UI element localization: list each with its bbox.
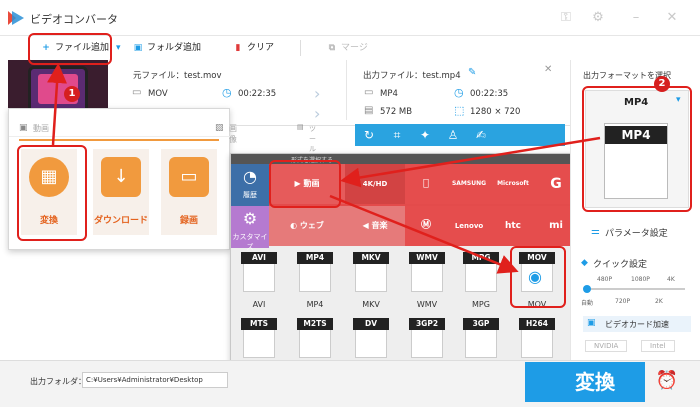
- web-icon: ◐: [290, 221, 300, 230]
- tab-underline: [19, 139, 219, 141]
- highlight-convert: [17, 145, 87, 241]
- key-icon[interactable]: ⚿: [558, 10, 574, 26]
- output-file-label: 出力ファイル：test.mp4: [363, 71, 461, 81]
- download-icon: ↓: [101, 157, 141, 197]
- crop-icon[interactable]: ⌗: [383, 124, 411, 146]
- alarm-clock-icon[interactable]: ⏰: [652, 366, 682, 396]
- image-tab-icon[interactable]: ▨: [215, 123, 224, 133]
- category-history[interactable]: ◔ 履歴: [231, 164, 269, 206]
- arrow-right-icon: ›: [314, 84, 321, 103]
- step-badge-2: 2: [654, 76, 670, 92]
- tab-video[interactable]: 動画: [33, 123, 49, 134]
- clock-icon: ◷: [222, 86, 232, 99]
- close-icon[interactable]: ✕: [664, 10, 680, 26]
- remove-file-icon[interactable]: ✕: [544, 64, 552, 75]
- merge-icon: ⧉: [328, 43, 336, 53]
- highlight-add-file: [28, 33, 112, 65]
- format-mpg[interactable]: MPG MPG: [457, 250, 505, 312]
- clear-button[interactable]: ▮ クリア: [232, 40, 275, 56]
- mode-download[interactable]: ↓ ダウンロード: [93, 149, 149, 235]
- highlight-video-category: [269, 160, 341, 208]
- folder-icon: ▣: [133, 43, 143, 53]
- category-audio[interactable]: ◀ 音楽: [345, 206, 405, 246]
- quick-settings-icon: ◆: [581, 258, 588, 268]
- source-format: MOV: [148, 89, 168, 99]
- output-folder-field[interactable]: C:¥Users¥Administrator¥Desktop: [82, 372, 228, 388]
- source-duration: 00:22:35: [238, 89, 277, 99]
- quick-settings-label: クイック設定: [593, 260, 648, 270]
- edit-toolbar: ↻ ⌗ ✦ ♙ ✍: [355, 124, 565, 146]
- subtitle-icon[interactable]: ✍: [467, 124, 495, 146]
- brand-samsung[interactable]: SAMSUNG: [447, 164, 491, 204]
- format-icon: ▭: [364, 87, 374, 98]
- brand-lenovo[interactable]: Lenovo: [447, 206, 491, 246]
- brand-microsoft[interactable]: Microsoft: [491, 164, 535, 204]
- gpu-accel-toggle[interactable]: ▣ ビデオカード加速: [583, 316, 691, 332]
- monitor-icon: ▭: [169, 157, 209, 197]
- highlight-mov: [510, 246, 566, 308]
- add-file-dropdown-icon[interactable]: ▾: [116, 40, 121, 56]
- tab-image[interactable]: 画像: [229, 123, 237, 145]
- parameters-icon: ⚌: [591, 226, 600, 237]
- video-tab-icon[interactable]: ▣: [19, 123, 28, 133]
- app-title: ビデオコンバータ: [30, 13, 118, 26]
- output-folder-label: 出力フォルダ：: [30, 377, 86, 386]
- arrow-right-icon: ›: [314, 104, 321, 123]
- gear-icon: ⚙: [242, 209, 258, 228]
- trash-icon: ▮: [235, 43, 241, 53]
- intel-badge: Intel: [641, 340, 675, 352]
- history-icon: ◔: [243, 167, 257, 186]
- toolbar-divider: [300, 40, 301, 56]
- convert-button[interactable]: 変換: [525, 362, 645, 402]
- parameter-settings-button[interactable]: パラメータ設定: [605, 226, 668, 239]
- category-4k[interactable]: 4K/HD: [345, 164, 405, 204]
- output-duration: 00:22:35: [470, 89, 509, 99]
- effects-icon[interactable]: ✦: [411, 124, 439, 146]
- resolution-icon: ⬚: [454, 104, 465, 117]
- edit-icon[interactable]: ✎: [468, 67, 476, 78]
- add-folder-button[interactable]: ▣ フォルダ追加: [132, 40, 201, 56]
- quality-slider-handle[interactable]: [583, 285, 591, 293]
- minimize-icon[interactable]: –: [628, 10, 644, 26]
- app-logo-icon: [8, 11, 24, 25]
- watermark-icon[interactable]: ♙: [439, 124, 467, 146]
- quality-slider[interactable]: [585, 288, 685, 290]
- step-badge-1: 1: [64, 86, 80, 102]
- toolbox-tab-icon[interactable]: ▤: [297, 123, 304, 131]
- output-resolution: 1280 × 720: [470, 107, 521, 117]
- mode-record[interactable]: ▭ 録画: [161, 149, 217, 235]
- size-icon: ▤: [364, 105, 374, 116]
- source-file-label: 元ファイル：test.mov: [133, 71, 222, 81]
- output-size: 572 MB: [380, 107, 413, 117]
- highlight-output-format: [582, 86, 692, 212]
- settings-icon[interactable]: ⚙: [590, 10, 606, 26]
- clock-icon: ◷: [454, 86, 464, 99]
- merge-button[interactable]: ⧉ マージ: [326, 40, 368, 56]
- brand-motorola[interactable]: Ⓜ: [405, 206, 447, 246]
- gpu-icon: ▣: [587, 318, 596, 328]
- brand-htc[interactable]: htc: [491, 206, 535, 246]
- output-format: MP4: [380, 89, 398, 99]
- format-mp4[interactable]: MP4 MP4: [291, 250, 339, 312]
- rotate-icon[interactable]: ↻: [355, 124, 383, 146]
- category-web[interactable]: ◐ ウェブ: [269, 206, 345, 246]
- format-avi[interactable]: AVI AVI: [235, 250, 283, 312]
- format-icon: ▭: [132, 87, 142, 98]
- title-bar: ビデオコンバータ ⚿ ⚙ – ✕: [0, 0, 700, 36]
- format-wmv[interactable]: WMV WMV: [403, 250, 451, 312]
- format-mkv[interactable]: MKV MKV: [347, 250, 395, 312]
- category-customize[interactable]: ⚙ カスタマイズ: [231, 206, 269, 251]
- nvidia-badge: NVIDIA: [585, 340, 628, 352]
- brand-apple[interactable]: : [405, 164, 447, 204]
